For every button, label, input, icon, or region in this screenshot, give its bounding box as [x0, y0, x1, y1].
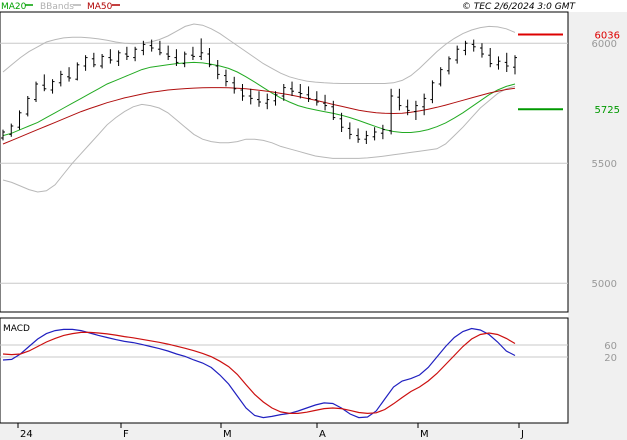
date-tick-label: M	[420, 429, 429, 440]
support-label: 5725	[595, 105, 620, 116]
macd-tick-label: 20	[604, 353, 617, 364]
date-tick-label: J	[520, 429, 524, 440]
x-axis-panel	[0, 423, 568, 440]
legend-ma50: MA50	[87, 2, 113, 12]
legend-bbands: BBands	[40, 2, 74, 12]
macd-title: MACD	[3, 324, 30, 334]
price-tick-label: 5500	[592, 159, 617, 170]
copyright-label: © TEC 2/6/2024 3:0 GMT	[462, 2, 577, 12]
legend-ma20: MA20	[1, 2, 27, 12]
macd-tick-label: 60	[604, 341, 617, 352]
date-tick-label: A	[319, 429, 326, 440]
stock-chart: MA20 BBands MA50 © TEC 2/6/2024 3:0 GMT …	[0, 2, 627, 440]
date-tick-label: M	[223, 429, 232, 440]
price-axis-panel	[568, 12, 627, 440]
macd-axis-ticks: 6020	[604, 341, 617, 364]
legend: MA20 BBands MA50	[1, 2, 120, 12]
price-tick-label: 6000	[592, 39, 617, 50]
price-tick-label: 5000	[592, 279, 617, 290]
date-tick-label: 24	[20, 429, 33, 440]
date-tick-label: F	[123, 429, 129, 440]
